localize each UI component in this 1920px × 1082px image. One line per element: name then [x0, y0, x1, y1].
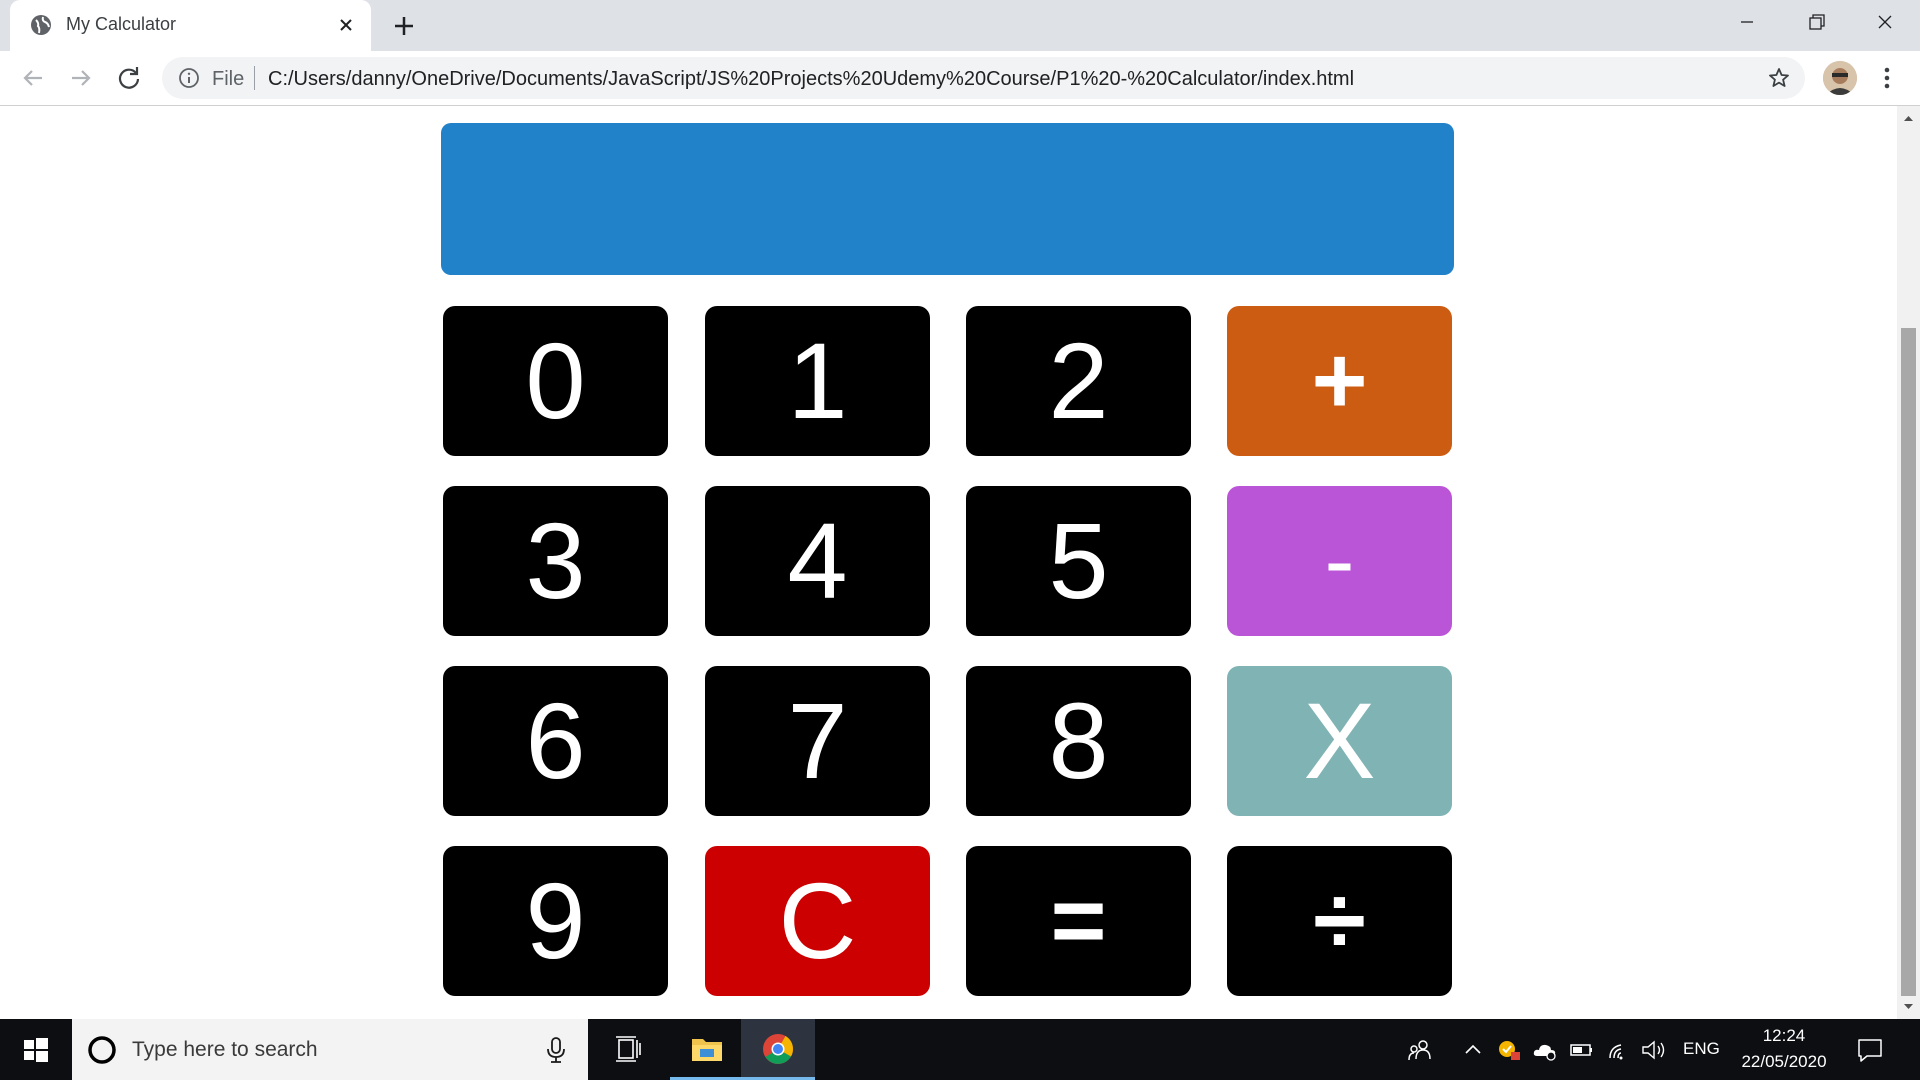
key-2-button[interactable]: 2: [966, 306, 1191, 456]
key-8-button[interactable]: 8: [966, 666, 1191, 816]
close-window-icon[interactable]: [1866, 8, 1904, 36]
show-hidden-icons-chevron-icon[interactable]: [1462, 1037, 1484, 1063]
taskbar-file-explorer[interactable]: [670, 1019, 744, 1080]
page-viewport: 0 1 2 +3 4 5- 6 7 8 X 9 C = ÷: [0, 106, 1897, 1019]
profile-avatar[interactable]: [1823, 61, 1857, 95]
windows-taskbar: Type here to search ENG 12:24 22/05/2020: [0, 1019, 1920, 1080]
cortana-circle-icon[interactable]: [86, 1034, 118, 1066]
key-divide-button[interactable]: ÷: [1227, 846, 1452, 996]
onedrive-cloud-icon[interactable]: [1531, 1037, 1559, 1063]
globe-icon: [31, 15, 51, 35]
taskbar-chrome[interactable]: [741, 1019, 815, 1080]
bookmark-star-icon[interactable]: [1767, 66, 1791, 90]
info-icon[interactable]: [178, 67, 200, 89]
windows-start-icon[interactable]: [0, 1019, 72, 1080]
clock-date[interactable]: 22/05/2020: [1732, 1052, 1836, 1072]
key-0-button[interactable]: 0: [443, 306, 668, 456]
key-9-button[interactable]: 9: [443, 846, 668, 996]
scroll-up-arrow-icon[interactable]: [1897, 110, 1920, 126]
antivirus-tray-icon[interactable]: [1496, 1037, 1522, 1063]
key-4-button[interactable]: 4: [705, 486, 930, 636]
address-bar[interactable]: File C:/Users/danny/OneDrive/Documents/J…: [162, 57, 1805, 99]
key-1-button[interactable]: 1: [705, 306, 930, 456]
task-view-icon[interactable]: [592, 1019, 666, 1080]
minimize-icon[interactable]: [1728, 8, 1766, 36]
vertical-scrollbar[interactable]: [1897, 106, 1920, 1019]
input-language[interactable]: ENG: [1683, 1039, 1720, 1059]
people-icon[interactable]: [1405, 1037, 1435, 1063]
forward-icon[interactable]: [64, 61, 98, 95]
key-3-button[interactable]: 3: [443, 486, 668, 636]
action-center-icon[interactable]: [1855, 1035, 1885, 1065]
profile-avatar-image: [1823, 61, 1857, 95]
scroll-down-arrow-icon[interactable]: [1897, 999, 1920, 1015]
taskbar-search-box[interactable]: Type here to search: [72, 1019, 588, 1080]
chrome-icon: [763, 1034, 793, 1064]
battery-icon[interactable]: [1569, 1037, 1595, 1063]
key-minus-button[interactable]: -: [1227, 486, 1452, 636]
calculator-display: [441, 123, 1454, 275]
omnibox-separator: [254, 66, 255, 90]
wifi-icon[interactable]: [1606, 1037, 1632, 1063]
key-equals-button[interactable]: =: [966, 846, 1191, 996]
key-clear-button[interactable]: C: [705, 846, 930, 996]
back-icon[interactable]: [16, 61, 50, 95]
file-explorer-icon: [692, 1039, 722, 1061]
close-tab-icon[interactable]: [333, 12, 359, 38]
key-multiply-button[interactable]: X: [1227, 666, 1452, 816]
microphone-icon[interactable]: [543, 1035, 569, 1065]
clock-time[interactable]: 12:24: [1740, 1026, 1828, 1046]
volume-icon[interactable]: [1640, 1037, 1668, 1063]
key-6-button[interactable]: 6: [443, 666, 668, 816]
tab-title: My Calculator: [66, 14, 177, 34]
url-text[interactable]: C:/Users/danny/OneDrive/Documents/JavaSc…: [268, 68, 1354, 91]
browser-toolbar: File C:/Users/danny/OneDrive/Documents/J…: [0, 51, 1920, 106]
search-placeholder: Type here to search: [132, 1038, 318, 1061]
browser-tab[interactable]: My Calculator: [10, 0, 371, 51]
restore-icon[interactable]: [1797, 8, 1835, 36]
browser-tab-strip: My Calculator: [0, 0, 1920, 51]
url-scheme-label: File: [212, 68, 245, 90]
key-plus-button[interactable]: +: [1227, 306, 1452, 456]
reload-icon[interactable]: [112, 61, 146, 95]
key-7-button[interactable]: 7: [705, 666, 930, 816]
scrollbar-thumb[interactable]: [1901, 328, 1916, 996]
kebab-menu-icon[interactable]: [1873, 62, 1901, 94]
key-5-button[interactable]: 5: [966, 486, 1191, 636]
new-tab-icon[interactable]: [390, 12, 418, 40]
